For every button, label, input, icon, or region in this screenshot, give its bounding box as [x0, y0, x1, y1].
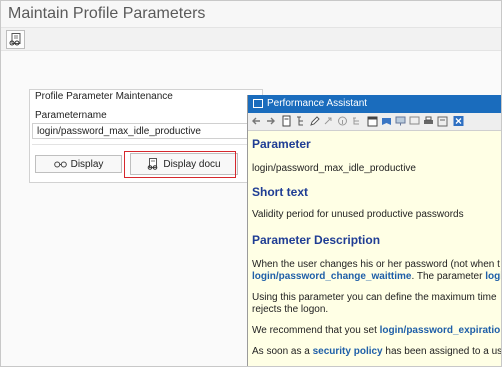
description-paragraph-4: As soon as a security policy has been as… — [252, 346, 502, 358]
performance-assistant-window: Performance Assistant Parameter login/pa… — [247, 95, 502, 366]
forward-arrow-icon[interactable] — [265, 115, 276, 127]
performance-assistant-toolbar — [248, 113, 501, 131]
window-title: Maintain Profile Parameters — [8, 5, 206, 22]
window-icon — [253, 99, 263, 108]
tree-icon[interactable] — [351, 115, 362, 127]
desc1-after-text: . The parameter — [411, 271, 486, 282]
document-icon[interactable] — [281, 115, 292, 127]
parametername-label: Parametername — [35, 110, 107, 121]
heading-short-text: Short text — [252, 185, 309, 199]
parametername-input[interactable]: login/password_max_idle_productive — [32, 123, 258, 139]
back-arrow-icon[interactable] — [251, 115, 262, 127]
heading-parameter: Parameter — [252, 137, 311, 151]
desc4-after-text: has been assigned to a us — [382, 346, 502, 357]
calendar-icon[interactable] — [367, 115, 378, 127]
info-icon[interactable] — [337, 115, 348, 127]
description-paragraph-2-line-1: Using this parameter you can define the … — [252, 292, 497, 303]
performance-assistant-titlebar[interactable]: Performance Assistant — [248, 95, 501, 113]
description-paragraph-1-line-2: login/password_change_waittime. The para… — [252, 271, 501, 283]
desc3-text: We recommend that you set — [252, 325, 380, 336]
glasses-icon — [53, 161, 67, 168]
application-toolbar — [1, 27, 501, 51]
link-login-truncated[interactable]: logi — [485, 271, 501, 282]
export-icon[interactable] — [437, 115, 448, 127]
title-bar: Maintain Profile Parameters — [1, 1, 501, 27]
heading-parameter-description: Parameter Description — [252, 233, 381, 247]
desc4-text: As soon as a — [252, 346, 313, 357]
display-button[interactable]: Display — [35, 155, 122, 173]
display-button-label: Display — [70, 158, 104, 170]
description-paragraph-2-line-2: rejects the logon. — [252, 304, 329, 315]
description-paragraph-1-line-1: When the user changes his or her passwor… — [252, 259, 500, 270]
edit-icon[interactable] — [309, 115, 320, 127]
divider — [32, 144, 260, 145]
highlight-box — [124, 151, 236, 178]
link-security-policy[interactable]: security policy — [313, 346, 383, 357]
monitor-icon[interactable] — [395, 115, 406, 127]
description-paragraph-3: We recommend that you set login/password… — [252, 325, 500, 337]
link-icon[interactable] — [323, 115, 334, 127]
close-icon[interactable] — [453, 115, 464, 127]
glasses-document-icon — [9, 33, 21, 46]
sap-window: Maintain Profile Parameters Profile Para… — [0, 0, 502, 367]
hierarchy-icon[interactable] — [295, 115, 306, 127]
short-text: Validity period for unused productive pa… — [252, 209, 464, 220]
link-password-expiration[interactable]: login/password_expiratio — [380, 325, 501, 336]
parameter-name-text: login/password_max_idle_productive — [252, 163, 416, 174]
performance-assistant-title: Performance Assistant — [267, 98, 368, 109]
group-title: Profile Parameter Maintenance — [35, 91, 173, 102]
print-icon[interactable] — [423, 115, 434, 127]
bookmark-icon[interactable] — [381, 115, 392, 127]
screen-icon[interactable] — [409, 115, 420, 127]
display-docu-toolbar-button[interactable] — [6, 30, 25, 49]
link-password-change-waittime[interactable]: login/password_change_waittime — [252, 271, 411, 282]
